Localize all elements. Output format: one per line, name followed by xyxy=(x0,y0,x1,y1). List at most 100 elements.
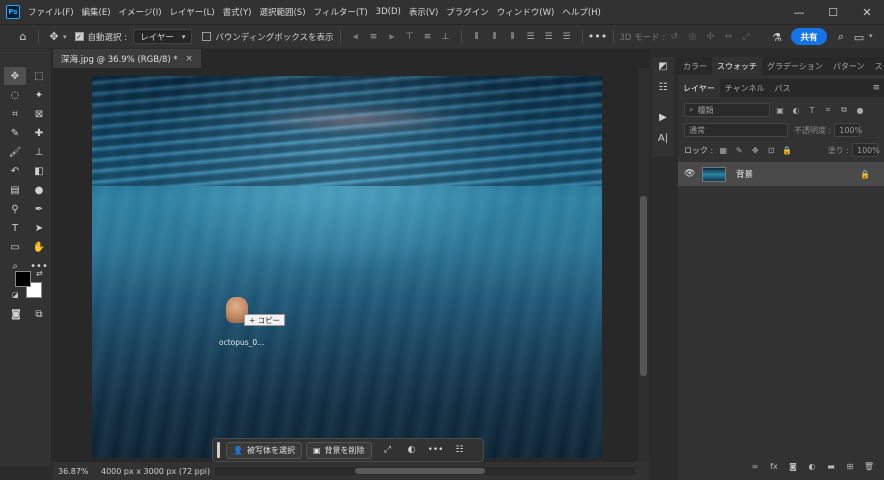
eye-icon[interactable]: 👁 xyxy=(684,169,698,179)
quick-mask-icon[interactable]: ◙ xyxy=(5,305,27,323)
swap-colors-icon[interactable]: ⇄ xyxy=(36,269,43,278)
move-tool-icon[interactable]: ✥ xyxy=(45,28,63,46)
distribute-top-icon[interactable]: ☰ xyxy=(524,30,538,44)
close-icon[interactable]: × xyxy=(186,54,193,64)
tab-styles[interactable]: スタイル xyxy=(869,57,884,75)
workspace-icon[interactable]: ▭ xyxy=(850,28,868,46)
home-icon[interactable]: ⌂ xyxy=(14,28,32,46)
chevron-down-icon[interactable]: ▾ xyxy=(63,33,67,41)
hand-tool-icon[interactable]: ✋ xyxy=(28,238,50,256)
horizontal-scrollbar[interactable] xyxy=(215,467,635,475)
bounding-box-checkbox[interactable] xyxy=(202,32,212,41)
tab-paths[interactable]: パス xyxy=(770,79,796,97)
filter-adjustment-icon[interactable]: ◐ xyxy=(790,104,802,116)
menu-window[interactable]: ウィンドウ(W) xyxy=(497,6,555,18)
screen-mode-icon[interactable]: ⧉ xyxy=(28,305,50,323)
adjustments-icon[interactable]: ◩ xyxy=(652,57,674,75)
blend-mode-dropdown[interactable]: 通常 xyxy=(684,123,788,137)
lock-position-icon[interactable]: ✥ xyxy=(749,144,761,156)
auto-select-target-dropdown[interactable]: レイヤー ▾ xyxy=(133,29,193,44)
add-mask-icon[interactable]: ◙ xyxy=(786,459,800,473)
menu-view[interactable]: 表示(V) xyxy=(409,6,438,18)
menu-type[interactable]: 書式(Y) xyxy=(223,6,252,18)
align-top-icon[interactable]: ⊤ xyxy=(403,30,417,44)
properties-icon[interactable]: ☷ xyxy=(652,78,674,96)
menu-plugins[interactable]: プラグイン xyxy=(446,6,489,18)
filter-shape-icon[interactable]: ⌗ xyxy=(822,104,834,116)
distribute-bottom-icon[interactable]: ☰ xyxy=(560,30,574,44)
tab-channels[interactable]: チャンネル xyxy=(720,79,770,97)
lock-transparent-icon[interactable]: ▦ xyxy=(717,144,729,156)
stamp-tool-icon[interactable]: ⊥ xyxy=(28,143,50,161)
menu-filter[interactable]: フィルター(T) xyxy=(314,6,368,18)
vertical-scroll-thumb[interactable] xyxy=(640,196,647,376)
default-colors-icon[interactable]: ◪ xyxy=(12,291,19,299)
3d-slide-icon[interactable]: ⇔ xyxy=(721,30,735,44)
gradient-tool-icon[interactable]: ▤ xyxy=(4,181,26,199)
3d-scale-icon[interactable]: ⤢ xyxy=(739,30,753,44)
healing-brush-icon[interactable]: ✚ xyxy=(28,124,50,142)
align-hcenter-icon[interactable]: ≡ xyxy=(367,30,381,44)
delete-layer-icon[interactable]: 🗑 xyxy=(862,459,876,473)
crop-tool-icon[interactable]: ⌗ xyxy=(4,105,26,123)
lock-image-icon[interactable]: ✎ xyxy=(733,144,745,156)
more-options-icon[interactable]: ••• xyxy=(427,442,445,459)
align-left-icon[interactable]: ⫷ xyxy=(349,30,363,44)
marquee-tool-icon[interactable]: ⬚ xyxy=(28,67,50,85)
remove-background-button[interactable]: ▣ 背景を削除 xyxy=(305,441,372,459)
menu-select[interactable]: 選択範囲(S) xyxy=(259,6,305,18)
filter-smart-object-icon[interactable]: ⧉ xyxy=(838,104,850,116)
opacity-field[interactable]: 100% xyxy=(834,123,862,137)
menu-layer[interactable]: レイヤー(L) xyxy=(170,6,215,18)
dodge-tool-icon[interactable]: ⚲ xyxy=(4,200,26,218)
pen-tool-icon[interactable]: ✒ xyxy=(28,200,50,218)
new-adjustment-icon[interactable]: ◐ xyxy=(805,459,819,473)
vertical-scrollbar[interactable] xyxy=(638,68,649,462)
type-tool-icon[interactable]: T xyxy=(4,219,26,237)
layer-kind-filter[interactable]: ⌕ 種類 xyxy=(684,103,770,117)
maximize-button[interactable]: ☐ xyxy=(816,0,850,24)
eraser-tool-icon[interactable]: ◧ xyxy=(28,162,50,180)
distribute-right-icon[interactable]: ⫴ xyxy=(506,30,520,44)
3d-rotate-icon[interactable]: ↺ xyxy=(667,30,681,44)
tab-gradients[interactable]: グラデーション xyxy=(762,57,828,75)
new-layer-icon[interactable]: ⊞ xyxy=(843,459,857,473)
fill-field[interactable]: 100% xyxy=(852,143,880,157)
menu-help[interactable]: ヘルプ(H) xyxy=(562,6,601,18)
canvas-area[interactable]: + コピー octopus_0... xyxy=(53,68,638,462)
underwater-photo[interactable]: + コピー octopus_0... xyxy=(92,76,602,458)
brush-tool-icon[interactable]: 🖌 xyxy=(4,143,26,161)
new-group-icon[interactable]: ▬ xyxy=(824,459,838,473)
horizontal-scroll-thumb[interactable] xyxy=(355,468,485,474)
lock-artboard-icon[interactable]: ⊡ xyxy=(765,144,777,156)
minimize-button[interactable]: — xyxy=(782,0,816,24)
3d-pan-icon[interactable]: ✣ xyxy=(703,30,717,44)
menu-image[interactable]: イメージ(I) xyxy=(119,6,162,18)
rectangle-tool-icon[interactable]: ▭ xyxy=(4,238,26,256)
history-brush-icon[interactable]: ↶ xyxy=(4,162,26,180)
align-bottom-icon[interactable]: ⊥ xyxy=(439,30,453,44)
tab-swatches[interactable]: スウォッチ xyxy=(712,57,762,75)
align-right-icon[interactable]: ⫸ xyxy=(385,30,399,44)
panel-menu-icon[interactable]: ≡ xyxy=(872,83,880,93)
menu-file[interactable]: ファイル(F) xyxy=(28,6,74,18)
lock-all-icon[interactable]: 🔒 xyxy=(781,144,793,156)
link-layers-icon[interactable]: ∞ xyxy=(748,459,762,473)
character-icon[interactable]: A| xyxy=(652,129,674,147)
distribute-left-icon[interactable]: ⫴ xyxy=(470,30,484,44)
lock-icon[interactable]: 🔒 xyxy=(860,170,870,179)
move-tool-icon[interactable]: ✥ xyxy=(4,67,26,85)
layer-style-icon[interactable]: fx xyxy=(767,459,781,473)
select-subject-button[interactable]: 👤 被写体を選択 xyxy=(226,441,302,459)
tab-color[interactable]: カラー xyxy=(678,57,712,75)
auto-select-checkbox[interactable]: ✓ xyxy=(74,32,84,41)
menu-edit[interactable]: 編集(E) xyxy=(82,6,111,18)
menu-3d[interactable]: 3D(D) xyxy=(376,7,401,17)
drag-handle[interactable] xyxy=(217,442,220,458)
filter-toggle-icon[interactable]: ● xyxy=(854,104,866,116)
layer-row[interactable]: 👁 背景 🔒 xyxy=(678,162,884,186)
eyedropper-icon[interactable]: ✎ xyxy=(4,124,26,142)
play-icon[interactable]: ▶ xyxy=(652,108,674,126)
chevron-down-icon[interactable]: ▾ xyxy=(869,32,873,40)
magic-wand-icon[interactable]: ✦ xyxy=(28,86,50,104)
